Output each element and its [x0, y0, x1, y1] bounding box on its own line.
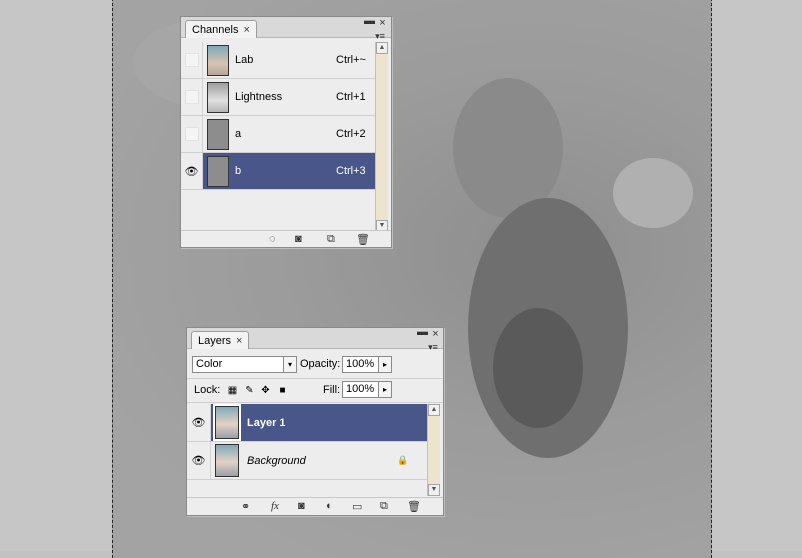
lock-label: Lock: [194, 384, 221, 396]
opacity-input[interactable]: 100% [342, 356, 379, 373]
adjustment-layer-icon[interactable]: ◐ [326, 500, 333, 512]
minimize-icon[interactable]: ▬ [417, 326, 428, 338]
channel-name: Lightness [235, 91, 283, 103]
visibility-toggle[interactable] [181, 116, 203, 152]
layer-thumbnail [213, 404, 241, 441]
layer-name: Background [247, 454, 306, 467]
fill-input[interactable]: 100% [342, 381, 379, 398]
channel-thumbnail [207, 81, 229, 113]
layers-panel: Layers × ▬ × ▾≡ Color ▾ Opacity: 100% ▸ … [186, 326, 444, 516]
eye-icon: 👁 [184, 165, 199, 178]
pasteboard-right [712, 0, 802, 551]
new-group-icon[interactable]: ▭ [352, 500, 362, 513]
channel-thumbnail [207, 44, 229, 76]
channel-name: Lab [235, 54, 254, 66]
lock-icon: 🔒 [397, 455, 409, 465]
save-selection-icon[interactable]: ◙ [295, 233, 302, 245]
channel-row[interactable]: Lightness Ctrl+1 [181, 79, 375, 116]
load-selection-icon[interactable]: ◌ [269, 233, 276, 245]
channels-scrollbar[interactable]: ▲ ▼ [375, 42, 388, 232]
channel-row[interactable]: Lab Ctrl+~ [181, 42, 375, 79]
tab-label: Channels [192, 23, 239, 36]
layer-list: 👁 Layer 1 👁 Background 🔒 [187, 404, 427, 496]
channel-row[interactable]: 👁 b Ctrl+3 [181, 153, 375, 190]
channel-list: Lab Ctrl+~ Lightness Ctrl+1 a Ctrl+2 👁 b Ctrl+3 [181, 42, 375, 232]
add-mask-icon[interactable]: ◙ [298, 500, 305, 512]
visibility-eye-icon[interactable]: 👁 [181, 153, 203, 189]
channel-shortcut: Ctrl+3 [336, 165, 366, 177]
channel-shortcut: Ctrl+1 [336, 91, 366, 103]
close-tab-icon[interactable]: × [236, 335, 242, 347]
opacity-slider-button[interactable]: ▸ [378, 356, 392, 373]
channel-row[interactable]: a Ctrl+2 [181, 116, 375, 153]
link-layers-icon[interactable]: ⚭ [241, 500, 250, 513]
fx-icon[interactable]: fx [271, 500, 279, 512]
delete-layer-icon[interactable]: 🗑 [407, 500, 421, 513]
lock-image-icon[interactable]: ✎ [244, 385, 255, 396]
pasteboard-left [0, 0, 112, 551]
lock-row: Lock: ▦ ✎ ✥ ■ Fill: 100% ▸ [187, 378, 443, 403]
minimize-icon[interactable]: ▬ [364, 15, 375, 27]
opacity-label: Opacity: [300, 358, 341, 370]
channels-panel: Channels × ▬ × ▾≡ Lab Ctrl+~ Lightness Ctrl… [180, 15, 392, 248]
delete-channel-icon[interactable]: 🗑 [356, 233, 370, 246]
layer-row[interactable]: 👁 Background 🔒 [187, 442, 427, 480]
channels-panel-titlebar[interactable]: Channels × ▬ × ▾≡ [181, 15, 391, 41]
scroll-down-icon[interactable]: ▼ [428, 484, 440, 496]
eye-icon: 👁 [191, 417, 206, 429]
tab-layers[interactable]: Layers × [191, 331, 250, 349]
visibility-toggle[interactable] [181, 42, 203, 78]
channel-thumbnail [207, 155, 229, 187]
scroll-up-icon[interactable]: ▲ [428, 404, 440, 416]
hidden-box-icon [184, 53, 199, 67]
lock-transparent-icon[interactable]: ▦ [227, 385, 238, 396]
tab-channels[interactable]: Channels × [185, 20, 257, 38]
visibility-toggle[interactable] [181, 79, 203, 115]
lock-position-icon[interactable]: ✥ [260, 385, 271, 396]
channel-thumbnail [207, 118, 229, 150]
fill-value: 100% [346, 383, 375, 395]
hidden-box-icon [184, 90, 199, 104]
panel-menu-icon[interactable]: ▾≡ [373, 31, 387, 41]
opacity-value: 100% [346, 358, 375, 370]
new-layer-icon[interactable]: ⧉ [380, 500, 388, 513]
panel-menu-icon[interactable]: ▾≡ [426, 342, 440, 352]
visibility-toggle[interactable]: 👁 [187, 404, 211, 441]
lock-all-icon[interactable]: ■ [277, 385, 288, 396]
scroll-up-icon[interactable]: ▲ [376, 42, 388, 54]
layers-panel-titlebar[interactable]: Layers × ▬ × ▾≡ [187, 326, 443, 352]
new-channel-icon[interactable]: ⧉ [327, 233, 335, 246]
eye-icon: 👁 [191, 455, 206, 467]
layers-scrollbar[interactable]: ▲ ▼ [427, 404, 440, 496]
channel-name: b [235, 165, 242, 177]
channel-name: a [235, 128, 242, 140]
layer-thumbnail [215, 444, 239, 477]
blend-mode-value: Color [196, 358, 223, 370]
layers-footer: ⚭ fx ◙ ◐ ▭ ⧉ 🗑 [187, 497, 443, 514]
visibility-toggle[interactable]: 👁 [187, 442, 211, 479]
close-panel-icon[interactable]: × [430, 328, 441, 340]
blend-mode-select[interactable]: Color [192, 356, 296, 373]
close-panel-icon[interactable]: × [377, 17, 388, 29]
channel-shortcut: Ctrl+~ [336, 54, 366, 66]
tab-label: Layers [198, 334, 232, 347]
fill-slider-button[interactable]: ▸ [378, 381, 392, 398]
channels-footer: ◌ ◙ ⧉ 🗑 [181, 230, 391, 247]
blend-mode-dropdown-icon[interactable]: ▾ [283, 356, 297, 373]
fill-label: Fill: [323, 384, 341, 396]
hidden-box-icon [184, 127, 199, 141]
layer-row[interactable]: 👁 Layer 1 [187, 404, 427, 442]
layer-name: Layer 1 [247, 416, 286, 429]
channel-shortcut: Ctrl+2 [336, 128, 366, 140]
close-tab-icon[interactable]: × [243, 24, 249, 36]
